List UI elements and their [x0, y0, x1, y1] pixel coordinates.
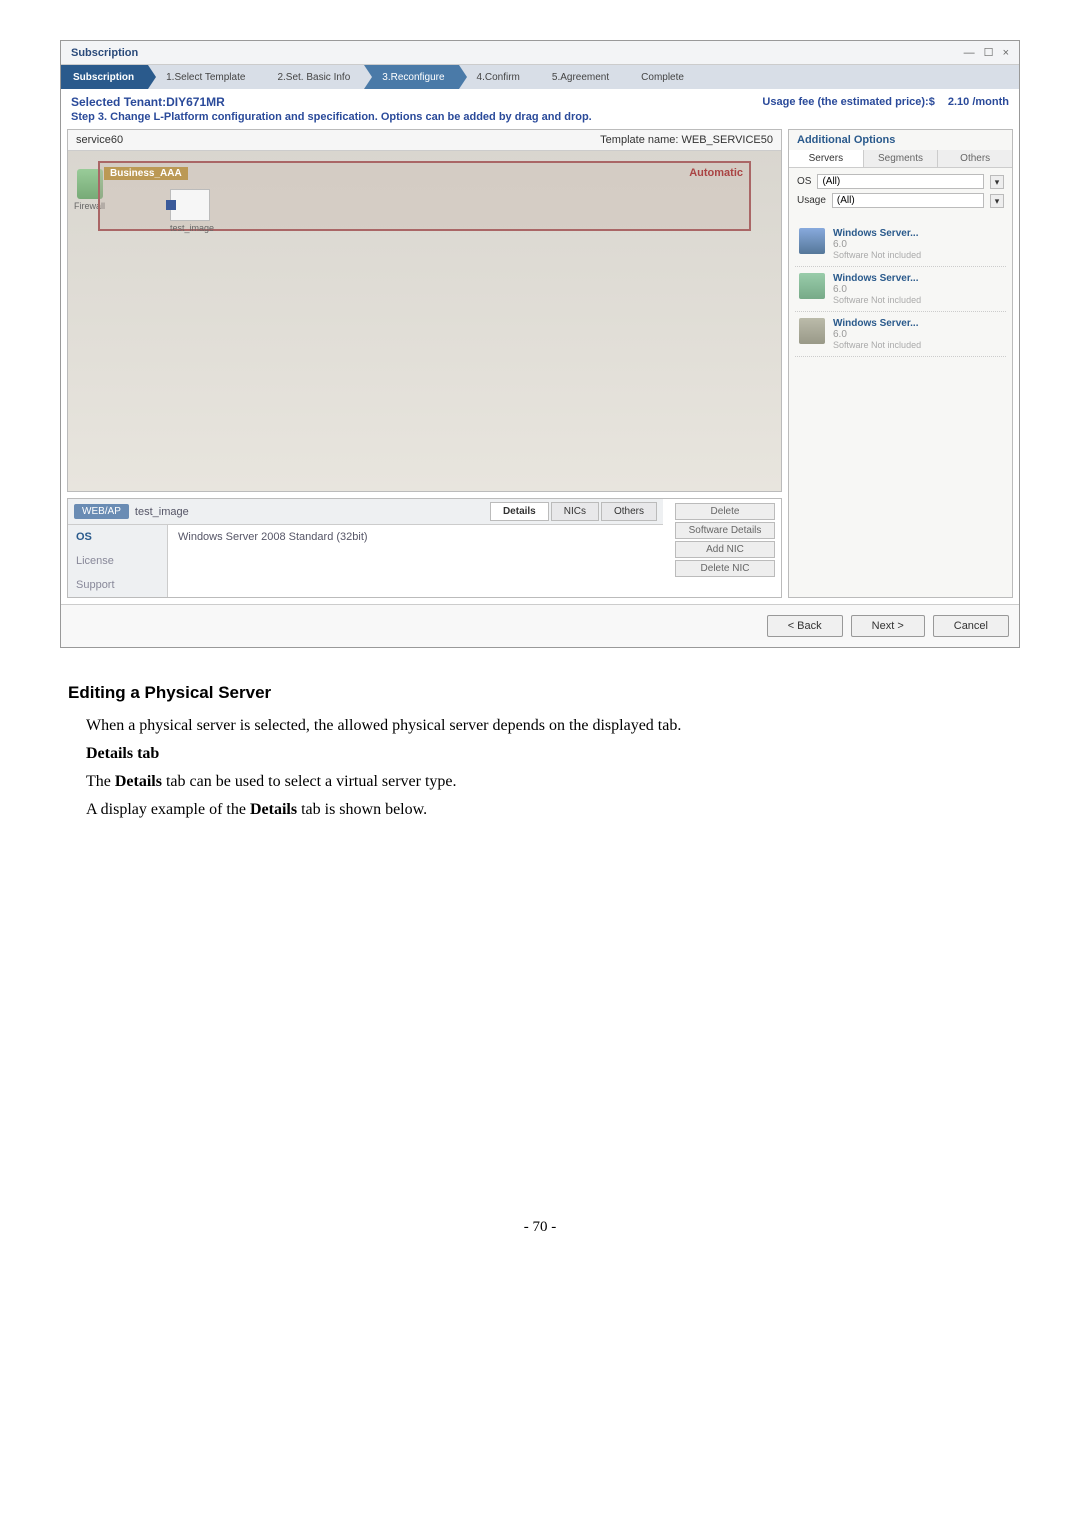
group-badge: Automatic [689, 167, 743, 179]
header-strip: Selected Tenant:DIY671MR Usage fee (the … [61, 89, 1019, 111]
crumb-step-4[interactable]: 4.Confirm [459, 65, 534, 89]
tab-nics[interactable]: NICs [551, 502, 599, 521]
section-heading: Editing a Physical Server [68, 683, 1020, 703]
delete-button[interactable]: Delete [675, 503, 775, 520]
tab-segments[interactable]: Segments [864, 150, 939, 167]
tenant-label: Selected Tenant:DIY671MR [71, 95, 225, 109]
detail-side-buttons: Delete Software Details Add NIC Delete N… [669, 499, 781, 597]
window-controls: — ☐ × [958, 46, 1009, 59]
item-sw-val: Not included [871, 250, 921, 260]
left-column: service60 Template name: WEB_SERVICE50 F… [67, 129, 782, 598]
usage-value: 2.10 /month [948, 96, 1009, 108]
filter-usage-label: Usage [797, 195, 826, 206]
subheading: Details tab [86, 745, 1020, 763]
server-node[interactable] [170, 189, 210, 221]
tab-details[interactable]: Details [490, 502, 549, 521]
item-title: Windows Server... [833, 318, 921, 329]
step-description: Step 3. Change L-Platform configuration … [61, 111, 1019, 129]
detail-tabs: Details NICs Others [490, 502, 657, 521]
item-sub: 6.0 [833, 329, 921, 340]
paragraph: A display example of the Details tab is … [86, 801, 1020, 819]
crumb-step-complete[interactable]: Complete [623, 65, 698, 89]
minimize-icon[interactable]: — [964, 47, 975, 59]
next-button[interactable]: Next > [851, 615, 925, 637]
breadcrumb: Subscription 1.Select Template 2.Set. Ba… [61, 65, 1019, 89]
list-item[interactable]: Windows Server... 6.0 Software Not inclu… [795, 267, 1006, 312]
service-name: service60 [76, 134, 123, 146]
detail-nav-support[interactable]: Support [68, 573, 167, 597]
item-title: Windows Server... [833, 273, 921, 284]
add-nic-button[interactable]: Add NIC [675, 541, 775, 558]
nic-port-icon [166, 200, 176, 210]
item-sub: 6.0 [833, 284, 921, 295]
cancel-button[interactable]: Cancel [933, 615, 1009, 637]
filter-os-input[interactable] [817, 174, 984, 189]
options-list: Windows Server... 6.0 Software Not inclu… [789, 218, 1012, 597]
close-icon[interactable]: × [1003, 47, 1009, 59]
os-value: Windows Server 2008 Standard (32bit) [178, 531, 368, 543]
crumb-root[interactable]: Subscription [61, 65, 148, 89]
wizard-footer: < Back Next > Cancel [61, 604, 1019, 647]
options-panel: Additional Options Servers Segments Othe… [788, 129, 1013, 598]
template-name: Template name: WEB_SERVICE50 [600, 134, 773, 146]
filter-usage-input[interactable] [832, 193, 984, 208]
options-tabs: Servers Segments Others [789, 150, 1012, 168]
workspace: service60 Template name: WEB_SERVICE50 F… [61, 129, 1019, 604]
detail-header: WEB/AP test_image Details NICs Others [68, 499, 663, 525]
detail-name: test_image [135, 506, 484, 518]
restore-icon[interactable]: ☐ [984, 47, 994, 59]
chevron-down-icon[interactable]: ▾ [990, 175, 1004, 189]
detail-content: Windows Server 2008 Standard (32bit) [168, 525, 663, 597]
document-body: Editing a Physical Server When a physica… [68, 683, 1020, 819]
crumb-step-3[interactable]: 3.Reconfigure [364, 65, 458, 89]
page-number: - 70 - [60, 1219, 1020, 1236]
paragraph: The Details tab can be used to select a … [86, 773, 1020, 791]
detail-nav-os[interactable]: OS [68, 525, 167, 549]
window-titlebar: Subscription — ☐ × [61, 41, 1019, 65]
wizard-window: Subscription — ☐ × Subscription 1.Select… [60, 40, 1020, 648]
server-icon [799, 273, 825, 299]
crumb-step-1[interactable]: 1.Select Template [148, 65, 259, 89]
software-details-button[interactable]: Software Details [675, 522, 775, 539]
canvas-header: service60 Template name: WEB_SERVICE50 [68, 130, 781, 151]
back-button[interactable]: < Back [767, 615, 843, 637]
delete-nic-button[interactable]: Delete NIC [675, 560, 775, 577]
paragraph: When a physical server is selected, the … [86, 717, 1020, 735]
tab-others[interactable]: Others [601, 502, 657, 521]
canvas-panel: service60 Template name: WEB_SERVICE50 F… [67, 129, 782, 492]
usage-fee: Usage fee (the estimated price):$ 2.10 /… [762, 96, 1009, 108]
detail-left-nav: OS License Support [68, 525, 168, 597]
window-title: Subscription [71, 47, 138, 59]
item-sw-val: Not included [871, 295, 921, 305]
item-sub: 6.0 [833, 239, 921, 250]
usage-label: Usage fee (the estimated price):$ [762, 96, 934, 108]
crumb-step-5[interactable]: 5.Agreement [534, 65, 623, 89]
item-sw-label: Software [833, 340, 869, 350]
options-title: Additional Options [789, 130, 1012, 150]
tab-servers[interactable]: Servers [789, 150, 864, 167]
item-sw-label: Software [833, 250, 869, 260]
detail-nav-license[interactable]: License [68, 549, 167, 573]
tab-others-right[interactable]: Others [938, 150, 1012, 167]
canvas-body[interactable]: Firewall Business_AAA Automatic test_ima… [68, 151, 781, 491]
server-icon [799, 318, 825, 344]
tenant-line: Selected Tenant:DIY671MR [71, 95, 225, 109]
chevron-down-icon[interactable]: ▾ [990, 194, 1004, 208]
list-item[interactable]: Windows Server... 6.0 Software Not inclu… [795, 222, 1006, 267]
detail-body: OS License Support Windows Server 2008 S… [68, 525, 663, 597]
crumb-step-2[interactable]: 2.Set. Basic Info [259, 65, 364, 89]
filter-os-label: OS [797, 176, 811, 187]
item-title: Windows Server... [833, 228, 921, 239]
detail-panel: WEB/AP test_image Details NICs Others OS [67, 498, 782, 598]
options-filters: OS ▾ Usage ▾ [789, 168, 1012, 218]
server-icon [799, 228, 825, 254]
list-item[interactable]: Windows Server... 6.0 Software Not inclu… [795, 312, 1006, 357]
group-title: Business_AAA [104, 167, 188, 180]
item-sw-val: Not included [871, 340, 921, 350]
server-node-label: test_image [170, 223, 214, 233]
business-group[interactable]: Business_AAA Automatic test_image [98, 161, 751, 231]
detail-tag: WEB/AP [74, 504, 129, 519]
item-sw-label: Software [833, 295, 869, 305]
